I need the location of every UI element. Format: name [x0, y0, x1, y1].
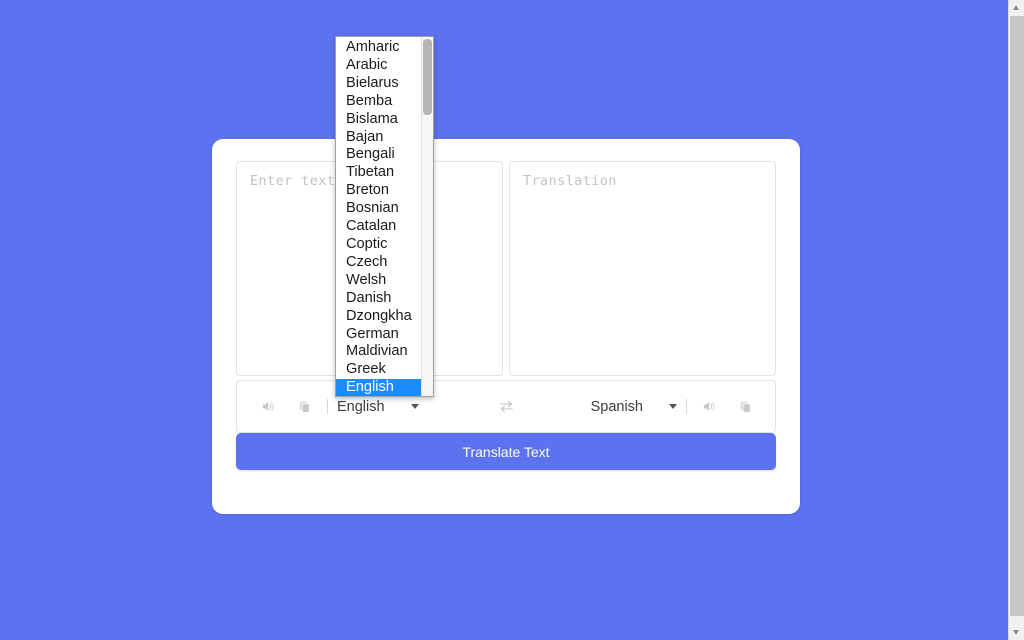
translation-copy-icon[interactable]	[733, 394, 759, 420]
language-option[interactable]: Coptic	[336, 236, 422, 254]
language-option-selected[interactable]: English	[336, 379, 433, 396]
translation-speaker-icon[interactable]	[696, 394, 722, 420]
translator-card: Enter text Translation English Spanish T…	[212, 139, 800, 514]
browser-scrollbar[interactable]	[1008, 0, 1024, 640]
browser-scrollbar-thumb[interactable]	[1010, 16, 1024, 616]
translator-toolbar: English Spanish	[236, 380, 776, 433]
language-option[interactable]: Dzongkha	[336, 308, 422, 326]
source-speaker-icon[interactable]	[255, 394, 281, 420]
source-copy-icon[interactable]	[292, 394, 318, 420]
dropdown-scrollbar[interactable]	[421, 37, 433, 396]
translation-text-area[interactable]: Translation	[509, 161, 776, 376]
language-option[interactable]: Breton	[336, 182, 422, 200]
language-option[interactable]: Bosnian	[336, 200, 422, 218]
language-option[interactable]: Bemba	[336, 93, 422, 111]
language-option[interactable]: Bielarus	[336, 75, 422, 93]
source-text-placeholder: Enter text	[250, 173, 336, 189]
translator-panel: Enter text Translation English Spanish	[236, 161, 776, 433]
language-option[interactable]: Bengali	[336, 146, 422, 164]
language-option[interactable]: Bislama	[336, 111, 422, 129]
language-option[interactable]: German	[336, 326, 422, 344]
language-option[interactable]: Welsh	[336, 272, 422, 290]
target-language-label: Spanish	[590, 398, 643, 415]
language-option[interactable]: Amharic	[336, 39, 422, 57]
source-language-select[interactable]: English	[337, 394, 419, 420]
language-option[interactable]: Maldivian	[336, 343, 422, 361]
translation-text-placeholder: Translation	[523, 173, 617, 189]
language-option[interactable]: Arabic	[336, 57, 422, 75]
toolbar-right-group: Spanish	[525, 394, 775, 420]
toolbar-divider-left	[327, 399, 328, 414]
translate-text-button[interactable]: Translate Text	[236, 433, 776, 470]
language-option[interactable]: Danish	[336, 290, 422, 308]
language-option[interactable]: Catalan	[336, 218, 422, 236]
language-option[interactable]: Czech	[336, 254, 422, 272]
swap-languages-button[interactable]	[492, 393, 520, 421]
scroll-up-arrow-icon[interactable]	[1009, 0, 1024, 16]
language-option[interactable]: Tibetan	[336, 164, 422, 182]
page-root: Enter text Translation English Spanish T…	[0, 0, 1024, 640]
toolbar-center-group	[487, 393, 525, 421]
toolbar-divider-right	[686, 399, 687, 414]
source-chevron-down-icon	[410, 404, 419, 409]
language-option[interactable]: Greek	[336, 361, 422, 379]
scroll-down-arrow-icon[interactable]	[1009, 624, 1024, 640]
language-option[interactable]: Bajan	[336, 129, 422, 147]
target-chevron-down-icon	[669, 404, 677, 409]
dropdown-scrollbar-thumb[interactable]	[423, 39, 432, 115]
source-language-label: English	[337, 398, 385, 415]
language-dropdown-popup[interactable]: Amharic Arabic Bielarus Bemba Bislama Bajan Be…	[335, 36, 434, 397]
language-option-list: Amharic Arabic Bielarus Bemba Bislama Bajan Be…	[336, 37, 433, 396]
editor-row: Enter text Translation	[236, 161, 776, 376]
toolbar-left-group: English	[237, 394, 487, 420]
target-language-select[interactable]: Spanish	[591, 394, 677, 420]
